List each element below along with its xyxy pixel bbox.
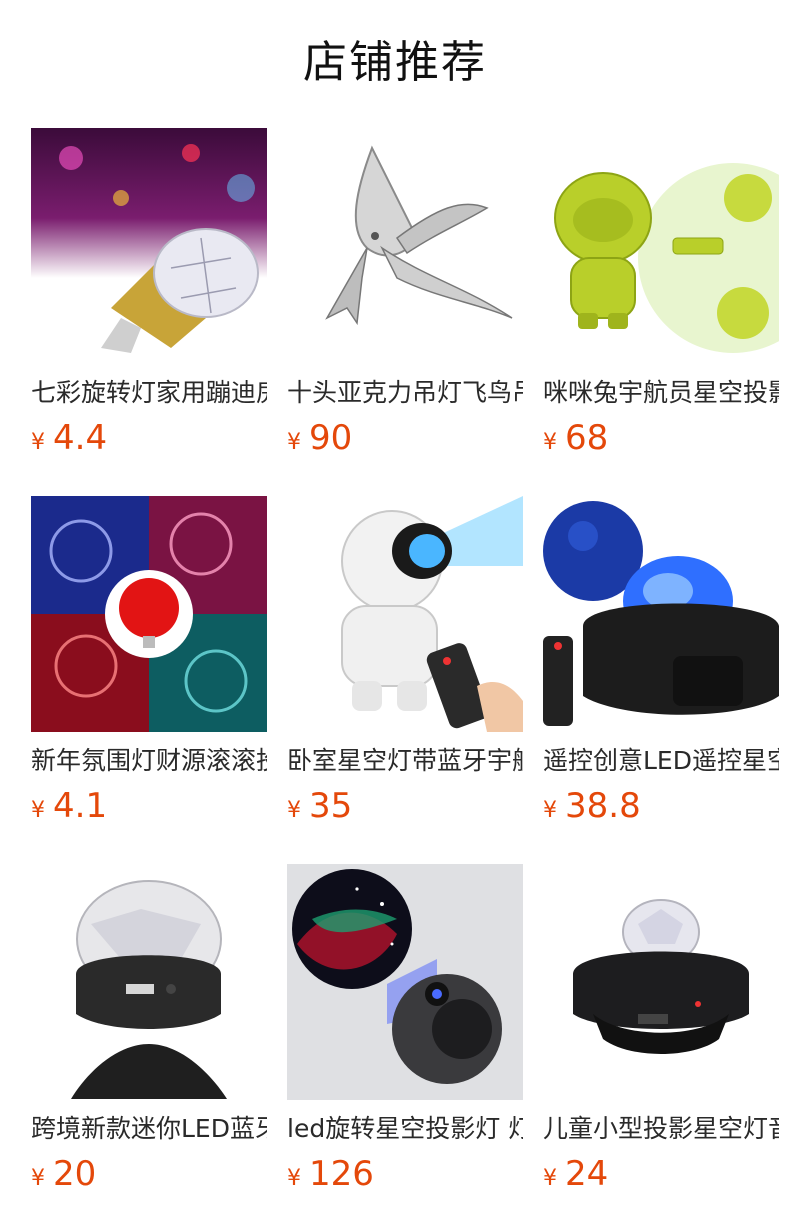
product-card[interactable]: 儿童小型投影星空灯音乐 ¥ 24 xyxy=(543,864,779,1192)
product-card[interactable]: 卧室星空灯带蓝牙宇航员投影灯 ¥ 35 xyxy=(287,496,523,824)
ocean-wave-projector-image xyxy=(543,496,779,732)
product-price: ¥ 4.1 xyxy=(31,788,267,824)
currency-symbol: ¥ xyxy=(31,1166,45,1191)
product-title[interactable]: 遥控创意LED遥控星空投影灯 xyxy=(543,746,779,776)
price-value: 20 xyxy=(53,1154,97,1194)
product-image[interactable] xyxy=(287,128,523,364)
product-card[interactable]: 咪咪兔宇航员星空投影灯 ¥ 68 xyxy=(543,128,779,456)
product-price: ¥ 24 xyxy=(543,1156,779,1192)
price-value: 126 xyxy=(309,1154,374,1194)
price-value: 35 xyxy=(309,786,353,826)
product-image[interactable] xyxy=(287,496,523,732)
product-price: ¥ 20 xyxy=(31,1156,267,1192)
currency-symbol: ¥ xyxy=(287,1166,301,1191)
galaxy-projector-image xyxy=(287,864,523,1100)
currency-symbol: ¥ xyxy=(543,430,557,455)
product-title[interactable]: 跨境新款迷你LED蓝牙音箱 xyxy=(31,1114,267,1144)
white-astronaut-projector-image xyxy=(287,496,523,732)
product-image[interactable] xyxy=(31,496,267,732)
product-image[interactable] xyxy=(543,496,779,732)
product-card[interactable]: 遥控创意LED遥控星空投影灯 ¥ 38.8 xyxy=(543,496,779,824)
product-title[interactable]: 十头亚克力吊灯飞鸟吊灯 xyxy=(287,378,523,408)
product-title[interactable]: 儿童小型投影星空灯音乐 xyxy=(543,1114,779,1144)
product-price: ¥ 126 xyxy=(287,1156,523,1192)
acrylic-bird-pendant-image xyxy=(287,128,523,364)
rotating-disco-bulb-image xyxy=(31,128,267,364)
product-image[interactable] xyxy=(543,864,779,1100)
currency-symbol: ¥ xyxy=(31,430,45,455)
price-value: 38.8 xyxy=(565,786,641,826)
product-card[interactable]: 七彩旋转灯家用蹦迪房间酒吧 ¥ 4.4 xyxy=(31,128,267,456)
new-year-fu-projection-bulb-image xyxy=(31,496,267,732)
ufo-star-projector-image xyxy=(543,864,779,1100)
product-title[interactable]: 咪咪兔宇航员星空投影灯 xyxy=(543,378,779,408)
price-value: 24 xyxy=(565,1154,609,1194)
product-card[interactable]: 十头亚克力吊灯飞鸟吊灯 ¥ 90 xyxy=(287,128,523,456)
currency-symbol: ¥ xyxy=(31,798,45,823)
product-image[interactable] xyxy=(543,128,779,364)
shop-recommendation-header: 店铺推荐 xyxy=(0,0,790,128)
product-price: ¥ 68 xyxy=(543,420,779,456)
product-price: ¥ 90 xyxy=(287,420,523,456)
page-title: 店铺推荐 xyxy=(303,37,487,88)
product-image[interactable] xyxy=(287,864,523,1100)
price-value: 68 xyxy=(565,418,609,458)
product-price: ¥ 38.8 xyxy=(543,788,779,824)
product-card[interactable]: 跨境新款迷你LED蓝牙音箱 ¥ 20 xyxy=(31,864,267,1192)
product-title[interactable]: led旋转星空投影灯 灯 xyxy=(287,1114,523,1144)
mini-crystal-ball-speaker-image xyxy=(31,864,267,1100)
product-image[interactable] xyxy=(31,128,267,364)
product-card[interactable]: 新年氛围灯财源滚滚投影灯 ¥ 4.1 xyxy=(31,496,267,824)
product-title[interactable]: 七彩旋转灯家用蹦迪房间酒吧 xyxy=(31,378,267,408)
product-image[interactable] xyxy=(31,864,267,1100)
green-astronaut-projector-image xyxy=(543,128,779,364)
price-value: 4.1 xyxy=(53,786,108,826)
product-price: ¥ 4.4 xyxy=(31,420,267,456)
currency-symbol: ¥ xyxy=(287,430,301,455)
price-value: 90 xyxy=(309,418,353,458)
currency-symbol: ¥ xyxy=(543,798,557,823)
currency-symbol: ¥ xyxy=(543,1166,557,1191)
product-title[interactable]: 卧室星空灯带蓝牙宇航员投影灯 xyxy=(287,746,523,776)
product-title[interactable]: 新年氛围灯财源滚滚投影灯 xyxy=(31,746,267,776)
currency-symbol: ¥ xyxy=(287,798,301,823)
product-card[interactable]: led旋转星空投影灯 灯 ¥ 126 xyxy=(287,864,523,1192)
product-price: ¥ 35 xyxy=(287,788,523,824)
price-value: 4.4 xyxy=(53,418,108,458)
